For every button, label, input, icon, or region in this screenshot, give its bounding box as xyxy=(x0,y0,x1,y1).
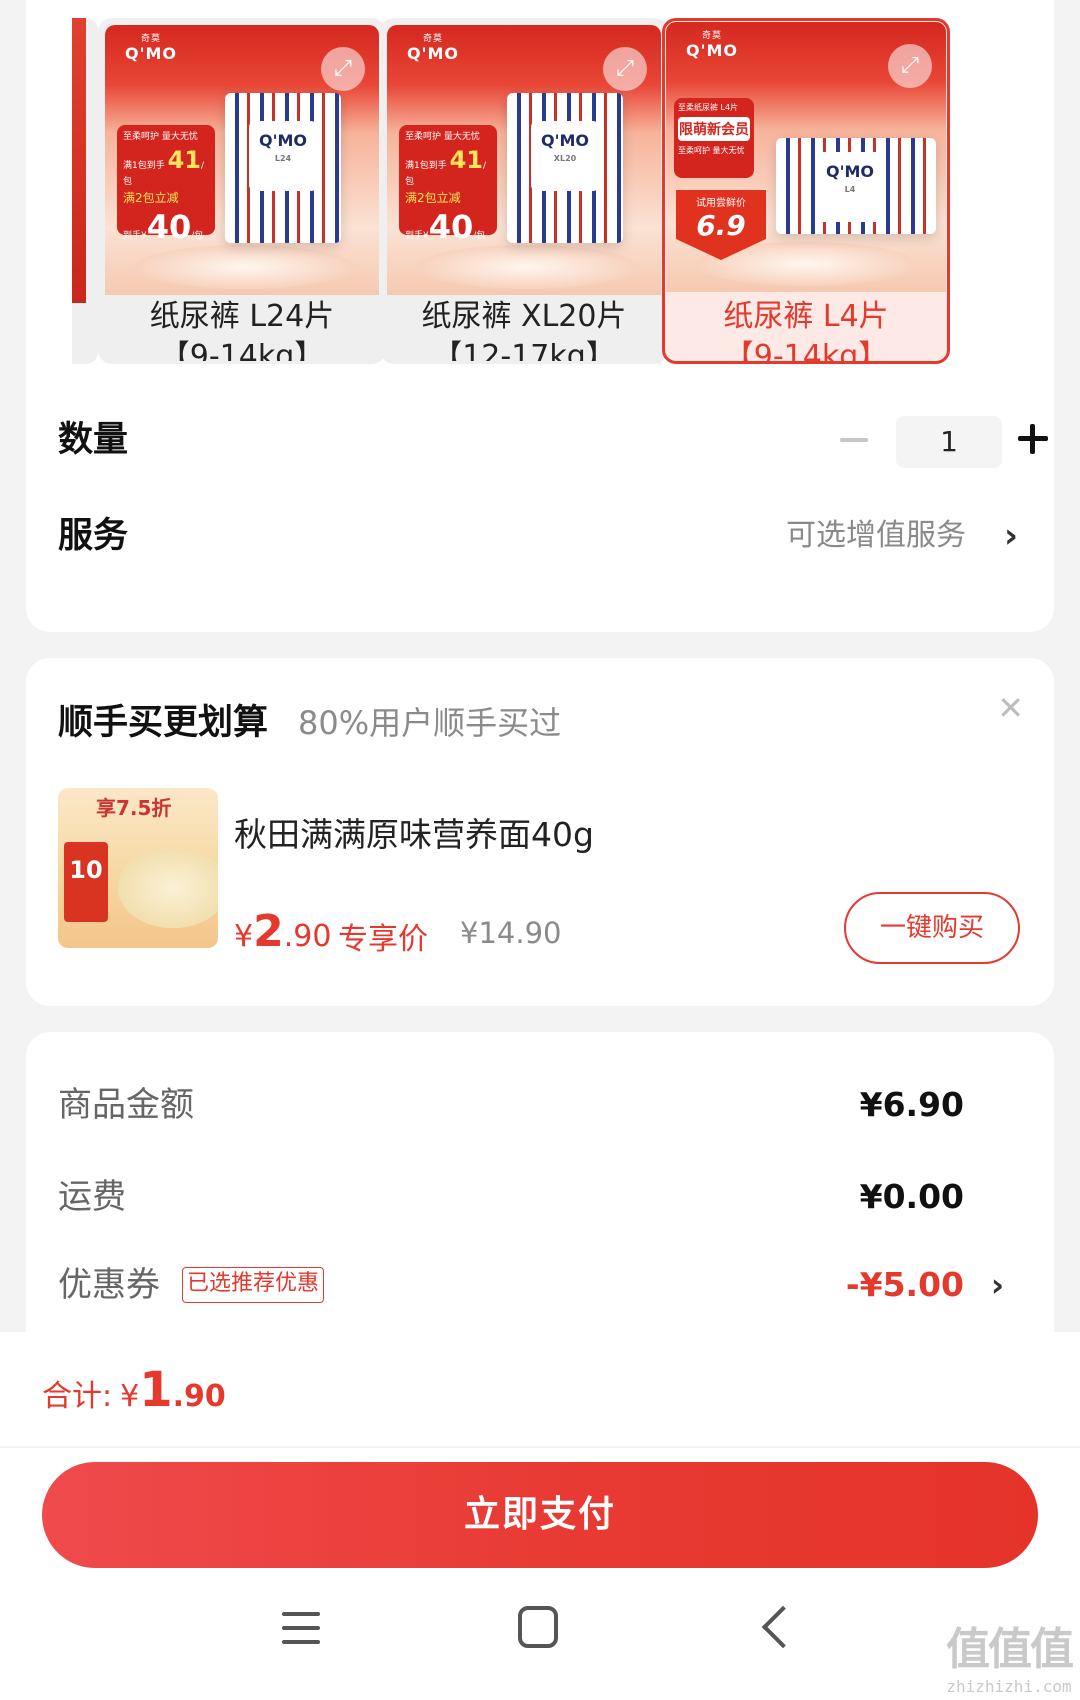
brand-logo: 奇莫 Q'MO xyxy=(407,34,460,63)
minus-icon[interactable] xyxy=(840,428,868,452)
promo-tag: 至柔呵护 量大无忧 满1包到手 41/包 满2包立减 到手¥40/包 xyxy=(117,125,215,246)
recent-apps-icon[interactable] xyxy=(282,1612,320,1646)
sku-carousel[interactable]: 奇莫 Q'MO ⤢ 至柔呵护 量大无忧 满1包到手 41/包 满2包立减 到手¥4… xyxy=(26,18,1054,368)
expand-icon[interactable]: ⤢ xyxy=(321,47,365,91)
shipping-fee: ¥0.00 xyxy=(859,1177,964,1216)
service-label: 服务 xyxy=(58,516,129,556)
price-summary-card: 商品金额 ¥6.90 运费 ¥0.00 优惠券 已选推荐优惠 -¥5.00 › xyxy=(26,1032,1054,1332)
product-name[interactable]: 秋田满满原味营养面40g xyxy=(234,808,594,856)
close-icon[interactable]: ✕ xyxy=(997,692,1024,724)
sku-option-l24[interactable]: 奇莫 Q'MO ⤢ 至柔呵护 量大无忧 满1包到手 41/包 满2包立减 到手¥4… xyxy=(98,18,386,364)
product-thumbnail[interactable]: 享7.5折 10 xyxy=(58,788,218,948)
sku-option-partial[interactable] xyxy=(72,18,98,364)
coupon-discount: -¥5.00 xyxy=(845,1265,964,1304)
service-value: 可选增值服务 xyxy=(786,518,966,553)
noodle-bowl-image xyxy=(118,848,218,928)
quantity-row: 数量 1 xyxy=(58,410,1048,470)
plus-icon[interactable] xyxy=(1018,424,1048,454)
sku-option-l4-selected[interactable]: 奇莫 Q'MO ⤢ 至柔纸尿裤 L4片 限萌新会员 至柔呵护 量大无忧 试用尝鲜价… xyxy=(662,18,950,364)
sku-name: 纸尿裤 L4片 【9-14kg】 xyxy=(723,299,889,364)
coupon-badge: 已选推荐优惠 xyxy=(182,1267,325,1303)
divider xyxy=(0,1446,1080,1448)
pedestal xyxy=(417,245,637,289)
sku-option-xl20[interactable]: 奇莫 Q'MO ⤢ 至柔呵护 量大无忧 满1包到手 41/包 满2包立减 到手¥4… xyxy=(380,18,668,364)
chevron-right-icon: › xyxy=(990,1266,1004,1304)
back-icon[interactable] xyxy=(754,1604,800,1650)
service-row[interactable]: 服务 可选增值服务 › xyxy=(58,506,1024,566)
goods-amount: ¥6.90 xyxy=(859,1085,964,1124)
home-icon[interactable] xyxy=(518,1606,558,1648)
sku-image: 奇莫 Q'MO ⤢ 至柔纸尿裤 L4片 限萌新会员 至柔呵护 量大无忧 试用尝鲜价… xyxy=(666,22,946,292)
cross-sell-title: 顺手买更划算 xyxy=(58,703,269,743)
total-price: 合计: ¥1.90 xyxy=(42,1362,226,1418)
one-click-buy-button[interactable]: 一键购买 xyxy=(844,892,1020,964)
watermark: 值值值 zhizhizhi.com xyxy=(946,1624,1074,1696)
exclusive-price: ¥2.90 xyxy=(234,906,332,957)
brand-logo: 奇莫 Q'MO xyxy=(125,34,178,63)
goods-amount-row: 商品金额 ¥6.90 xyxy=(58,1080,1018,1130)
cross-sell-subtitle: 80%用户顺手买过 xyxy=(298,704,562,742)
checkout-page: 奇莫 Q'MO ⤢ 至柔呵护 量大无忧 满1包到手 41/包 满2包立减 到手¥4… xyxy=(0,0,1080,1700)
pedestal xyxy=(135,245,355,289)
diaper-pack-image: Q'MO L4 xyxy=(776,138,936,234)
original-price: ¥14.90 xyxy=(460,916,562,950)
sku-name: 纸尿裤 L24片 【9-14kg】 xyxy=(149,299,335,364)
pay-now-button[interactable]: 立即支付 xyxy=(42,1462,1038,1568)
checkout-bar: 合计: ¥1.90 立即支付 值值值 zhizhizhi.com xyxy=(0,1332,1080,1700)
member-promo-tag: 至柔纸尿裤 L4片 限萌新会员 至柔呵护 量大无忧 xyxy=(674,98,754,178)
sku-name: 纸尿裤 XL20片 【12-17kg】 xyxy=(421,299,627,364)
cross-sell-card: 顺手买更划算 80%用户顺手买过 ✕ 享7.5折 10 秋田满满原味营养面40g… xyxy=(26,658,1054,1006)
exclusive-price-label: 专享价 xyxy=(338,922,428,957)
expand-icon[interactable]: ⤢ xyxy=(603,47,647,91)
chevron-right-icon: › xyxy=(1003,516,1018,556)
sku-image: 奇莫 Q'MO ⤢ 至柔呵护 量大无忧 满1包到手 41/包 满2包立减 到手¥4… xyxy=(387,25,661,295)
quantity-input[interactable]: 1 xyxy=(896,416,1002,468)
diaper-pack-image: Q'MO XL20 xyxy=(507,93,623,243)
quantity-label: 数量 xyxy=(58,420,129,460)
shipping-row: 运费 ¥0.00 xyxy=(58,1172,1018,1222)
expand-icon[interactable]: ⤢ xyxy=(888,44,932,88)
brand-logo: 奇莫 Q'MO xyxy=(686,31,739,60)
diaper-pack-image: Q'MO L24 xyxy=(225,93,341,243)
system-nav-bar: 值值值 zhizhizhi.com xyxy=(0,1582,1080,1700)
sku-image: 奇莫 Q'MO ⤢ 至柔呵护 量大无忧 满1包到手 41/包 满2包立减 到手¥4… xyxy=(105,25,379,295)
promo-tag: 至柔呵护 量大无忧 满1包到手 41/包 满2包立减 到手¥40/包 xyxy=(399,125,497,246)
coupon-row[interactable]: 优惠券 已选推荐优惠 -¥5.00 › xyxy=(58,1260,1018,1310)
sku-card: 奇莫 Q'MO ⤢ 至柔呵护 量大无忧 满1包到手 41/包 满2包立减 到手¥4… xyxy=(26,0,1054,632)
